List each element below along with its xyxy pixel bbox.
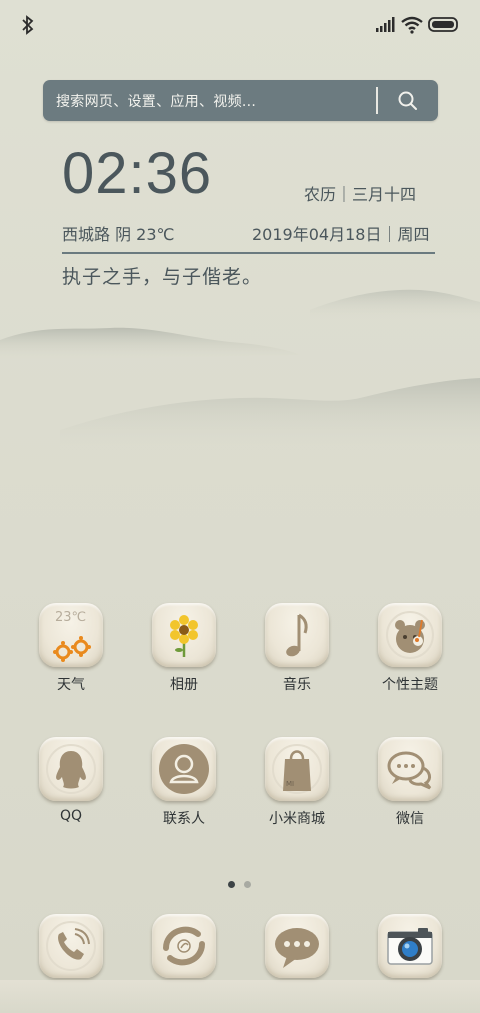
app-music[interactable]: 音乐: [247, 603, 347, 694]
search-bar[interactable]: 搜索网页、设置、应用、视频...: [43, 80, 438, 121]
app-label: 音乐: [283, 677, 311, 693]
app-label: 微信: [396, 811, 424, 827]
search-input[interactable]: 搜索网页、设置、应用、视频...: [56, 91, 256, 111]
mi-store-bag-icon: MI: [265, 737, 329, 801]
dock-reflection: [0, 980, 480, 1013]
app-qq[interactable]: QQ: [21, 737, 121, 824]
app-themes[interactable]: 个性主题: [360, 603, 460, 694]
page-dot-2[interactable]: [244, 881, 251, 888]
camera-icon: [378, 914, 442, 978]
widget-quote: 执子之手，与子偕老。: [62, 266, 263, 288]
cell-signal-icon: [376, 17, 395, 32]
gregorian-date[interactable]: 2019年04月18日｜周四: [252, 221, 429, 245]
app-mi-store[interactable]: MI 小米商城: [247, 737, 347, 828]
search-divider: [376, 87, 378, 114]
app-label: QQ: [59, 808, 83, 824]
theme-bear-icon: [378, 603, 442, 667]
wifi-icon: [401, 16, 423, 34]
dock-camera[interactable]: [360, 914, 460, 978]
svg-text:MI: MI: [286, 780, 294, 788]
app-weather[interactable]: 23℃ 天气: [21, 603, 121, 694]
music-note-icon: [265, 603, 329, 667]
page-indicator[interactable]: [228, 873, 260, 892]
messages-icon: [265, 914, 329, 978]
app-wechat[interactable]: 微信: [360, 737, 460, 828]
phone-icon: [39, 914, 103, 978]
battery-icon: [428, 17, 458, 32]
wechat-icon: [378, 737, 442, 801]
clock-time[interactable]: 02:36: [62, 140, 212, 207]
weather-icon: 23℃: [39, 603, 103, 667]
app-label: 个性主题: [382, 677, 438, 693]
status-bar: [0, 0, 480, 52]
bluetooth-icon: [22, 15, 34, 35]
widget-divider: [62, 252, 435, 254]
app-label: 相册: [170, 677, 198, 693]
app-contacts[interactable]: 联系人: [134, 737, 234, 828]
dock-messages[interactable]: [247, 914, 347, 978]
page-dot-1[interactable]: [228, 881, 235, 888]
app-gallery[interactable]: 相册: [134, 603, 234, 694]
mountain-mist-background: [0, 289, 480, 450]
location-weather[interactable]: 西城路 阴 23℃: [62, 221, 175, 245]
lunar-date: 农历｜三月十四: [304, 185, 417, 204]
search-icon[interactable]: [397, 90, 419, 112]
app-label: 小米商城: [269, 811, 325, 827]
browser-icon: [152, 914, 216, 978]
gallery-flower-icon: [152, 603, 216, 667]
app-label: 天气: [57, 677, 85, 693]
dock-browser[interactable]: [134, 914, 234, 978]
qq-penguin-icon: [39, 737, 103, 801]
dock-phone[interactable]: [21, 914, 121, 978]
contacts-person-icon: [152, 737, 216, 801]
app-label: 联系人: [163, 811, 205, 827]
